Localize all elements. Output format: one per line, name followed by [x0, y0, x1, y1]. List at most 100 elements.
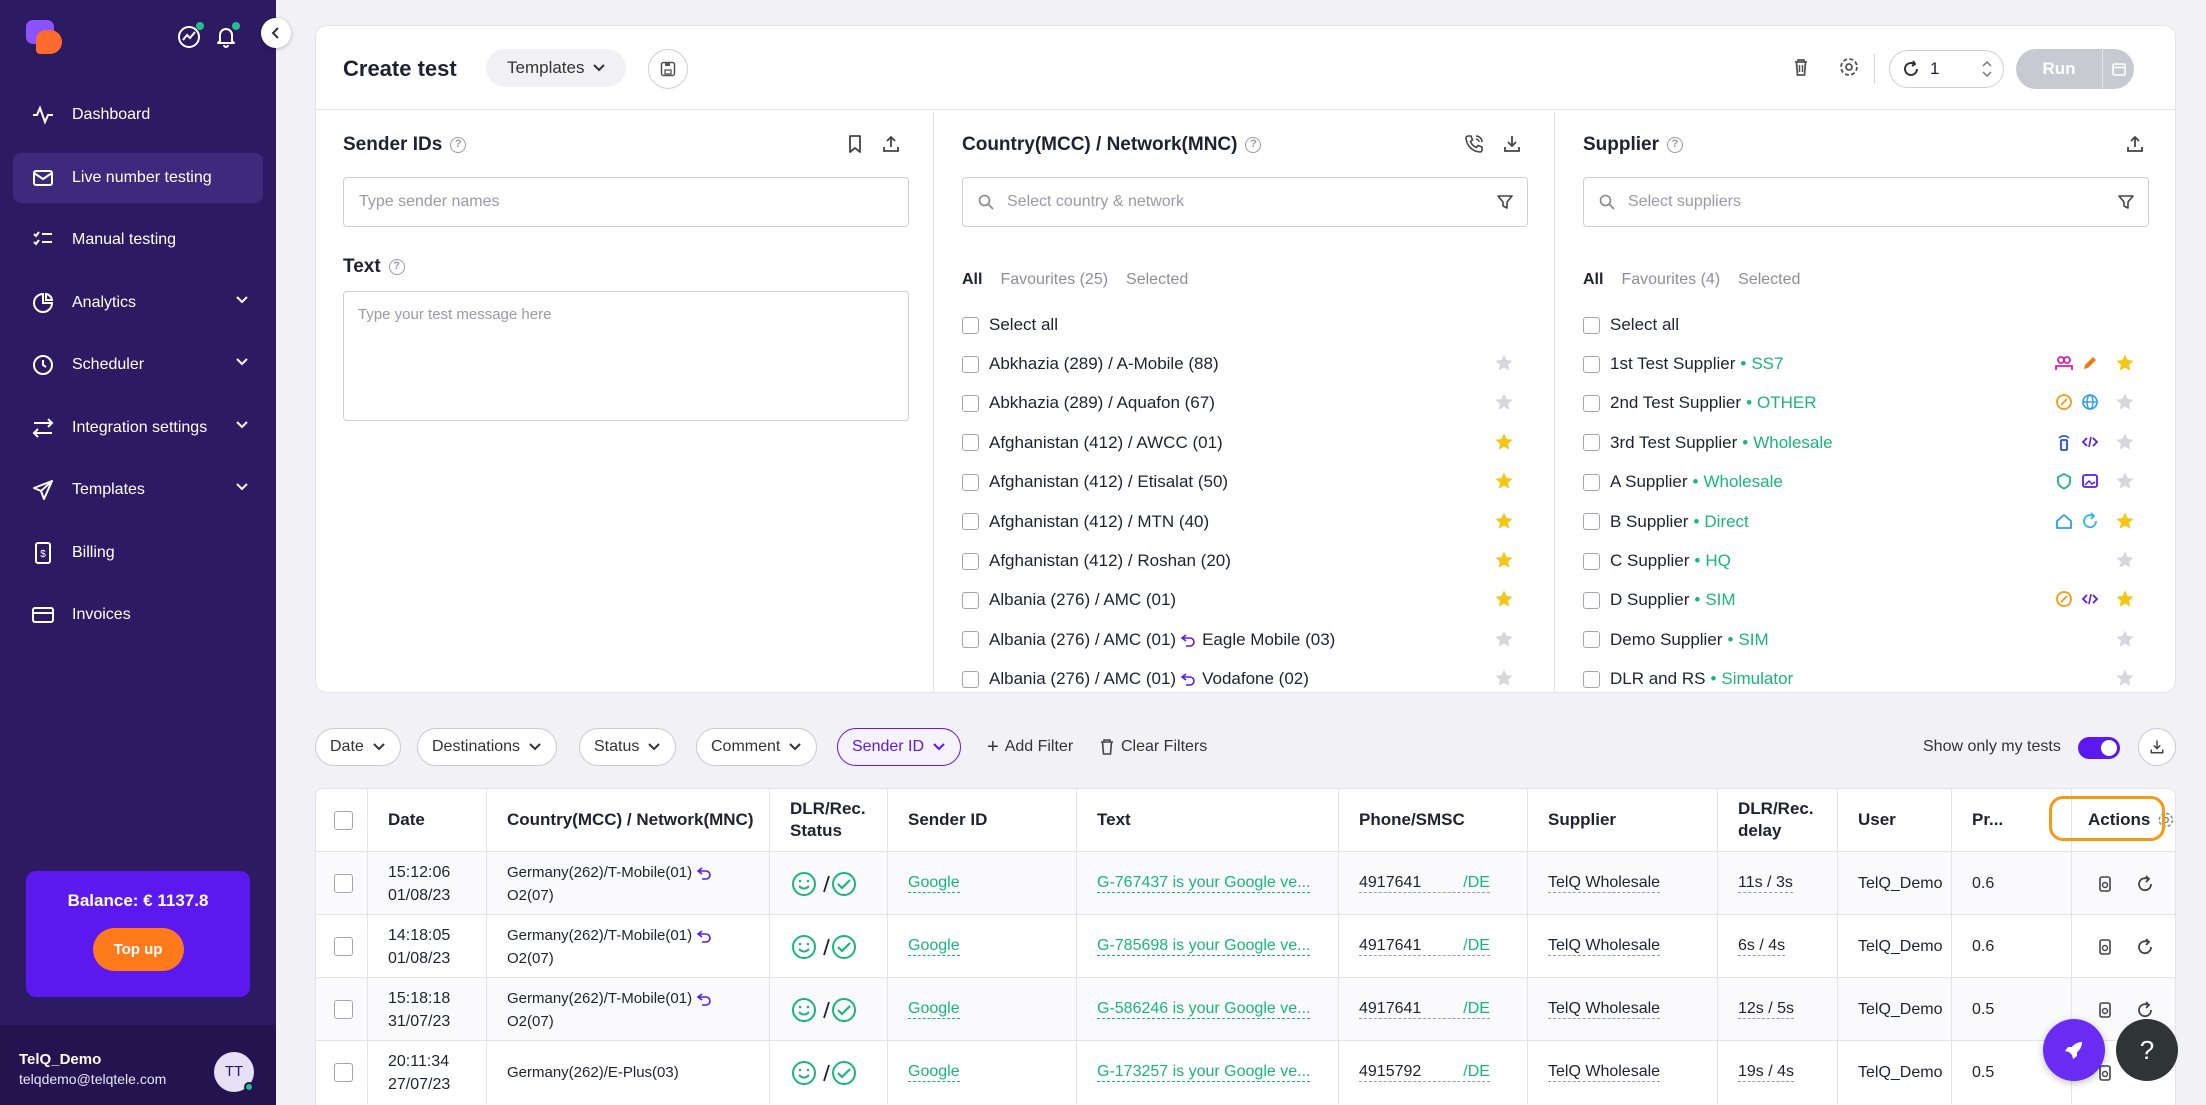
supplier-list-item[interactable]: 1st Test Supplier • SS7 [1583, 350, 2149, 378]
checkbox[interactable] [334, 1000, 353, 1019]
checkbox[interactable] [1583, 591, 1600, 609]
telq-logo[interactable] [26, 20, 64, 54]
column-header-user[interactable]: User [1838, 789, 1952, 851]
collapse-sidebar-button[interactable] [261, 18, 291, 48]
checkbox[interactable] [1583, 670, 1600, 688]
top-up-button[interactable]: Top up [92, 928, 184, 971]
supplier-list-item[interactable]: 3rd Test Supplier • Wholesale [1583, 429, 2149, 457]
filter-chip-sender-id[interactable]: Sender ID [837, 728, 962, 766]
network-list-item[interactable]: Abkhazia (289) / Aquafon (67) [962, 389, 1528, 417]
network-list-item[interactable]: Afghanistan (412) / Roshan (20) [962, 547, 1528, 575]
checkbox[interactable] [1583, 316, 1600, 334]
help-icon[interactable]: ? [450, 137, 467, 153]
table-row[interactable]: 15:18:18 31/07/23 Germany(262)/T-Mobile(01… [316, 977, 2175, 1041]
favourite-star-icon[interactable] [2115, 668, 2135, 688]
sidebar-item-analytics[interactable]: Analytics [13, 278, 263, 328]
row-phone[interactable]: 4917641/DE [1359, 937, 1490, 956]
row-supplier[interactable]: TelQ Wholesale [1548, 874, 1661, 893]
user-box[interactable]: TelQ_Demo telqdemo@telqtele.com TT [0, 1025, 276, 1105]
export-button[interactable] [2138, 728, 2176, 766]
network-list-item[interactable]: Albania (276) / AMC (01) Vodafone (02) [962, 665, 1528, 692]
header-select-all[interactable] [316, 789, 368, 851]
column-header-country-mcc-network-mnc[interactable]: Country(MCC) / Network(MNC) [487, 789, 770, 851]
supplier-list-item[interactable]: 2nd Test Supplier • OTHER [1583, 389, 2149, 417]
help-button[interactable]: ? [2116, 1019, 2178, 1081]
repeat-count-stepper[interactable]: 1 [1889, 50, 2004, 88]
filter-icon[interactable] [2116, 192, 2136, 212]
sidebar-item-billing[interactable]: $ Billing [13, 528, 263, 578]
network-select-all[interactable]: Select all [962, 311, 1528, 339]
help-icon[interactable]: ? [388, 259, 405, 275]
sidebar-item-live-number-testing[interactable]: Live number testing [13, 152, 263, 203]
schedule-run-button[interactable] [2102, 49, 2134, 89]
row-sender-link[interactable]: Google [908, 874, 960, 893]
stepper-arrows-icon[interactable] [1981, 58, 1993, 80]
supplier-list-item[interactable]: C Supplier • HQ [1583, 547, 2149, 575]
table-row[interactable]: 14:18:05 01/08/23 Germany(262)/T-Mobile(01… [316, 914, 2175, 978]
filter-chip-comment[interactable]: Comment [696, 728, 818, 766]
retry-icon[interactable] [2136, 874, 2154, 893]
row-delay[interactable]: 19s / 4s [1738, 1063, 1795, 1082]
checkbox[interactable] [962, 355, 979, 373]
sidebar-item-invoices[interactable]: Invoices [13, 590, 263, 640]
favourite-star-icon[interactable] [2115, 511, 2135, 531]
phone-call-icon[interactable] [1463, 133, 1485, 155]
checkbox[interactable] [334, 1063, 353, 1082]
clear-filters-button[interactable]: Clear Filters [1099, 738, 1207, 756]
column-header-text[interactable]: Text [1077, 789, 1339, 851]
checkbox[interactable] [1583, 394, 1600, 412]
checkbox[interactable] [962, 473, 979, 491]
favourite-star-icon[interactable] [1494, 668, 1514, 688]
supplier-search[interactable]: Select suppliers [1583, 177, 2149, 227]
favourite-star-icon[interactable] [2115, 589, 2135, 609]
row-delay[interactable]: 6s / 4s [1738, 937, 1786, 956]
checkbox[interactable] [962, 394, 979, 412]
retry-icon[interactable] [2136, 1000, 2154, 1019]
checkbox[interactable] [962, 513, 979, 531]
supplier-list-item[interactable]: D Supplier • SIM [1583, 586, 2149, 614]
checkbox[interactable] [962, 552, 979, 570]
row-text-link[interactable]: G-586246 is your Google ve... [1097, 1000, 1311, 1019]
filter-chip-destinations[interactable]: Destinations [417, 728, 558, 766]
sender-names-input[interactable]: Type sender names [343, 177, 909, 227]
checkbox[interactable] [962, 316, 979, 334]
supplier-list-item[interactable]: A Supplier • Wholesale [1583, 468, 2149, 496]
row-delay[interactable]: 12s / 5s [1738, 1000, 1795, 1019]
row-phone[interactable]: 4917641/DE [1359, 874, 1490, 893]
supplier-list-item[interactable]: B Supplier • Direct [1583, 508, 2149, 536]
filter-chip-status[interactable]: Status [579, 728, 677, 766]
supplier-list-item[interactable]: DLR and RS • Simulator [1583, 665, 2149, 692]
message-textarea[interactable]: Type your test message here [343, 291, 909, 421]
checkbox[interactable] [1583, 355, 1600, 373]
show-only-my-tests-toggle[interactable] [2078, 737, 2120, 759]
favourite-star-icon[interactable] [1494, 511, 1514, 531]
checkbox[interactable] [1583, 513, 1600, 531]
supplier-list-item[interactable]: Demo Supplier • SIM [1583, 626, 2149, 654]
checkbox[interactable] [334, 810, 353, 830]
checkbox[interactable] [1583, 473, 1600, 491]
country-network-search[interactable]: Select country & network [962, 177, 1528, 227]
favourite-star-icon[interactable] [1494, 629, 1514, 649]
sidebar-item-scheduler[interactable]: Scheduler [13, 340, 263, 390]
copy-icon[interactable] [2096, 938, 2114, 956]
favourite-star-icon[interactable] [1494, 392, 1514, 412]
checkbox[interactable] [1583, 552, 1600, 570]
bell-icon[interactable] [212, 22, 240, 50]
add-filter-button[interactable]: + Add Filter [987, 737, 1073, 757]
favourite-star-icon[interactable] [2115, 550, 2135, 570]
row-text-link[interactable]: G-173257 is your Google ve... [1097, 1063, 1311, 1082]
column-header-dlr-rec-status[interactable]: DLR/Rec. Status [770, 789, 888, 851]
tab-favourites[interactable]: Favourites (25) [1000, 271, 1108, 289]
sidebar-item-templates[interactable]: Templates [13, 465, 263, 515]
row-phone[interactable]: 4917641/DE [1359, 1000, 1490, 1019]
row-delay[interactable]: 11s / 3s [1738, 874, 1793, 893]
network-list-item[interactable]: Afghanistan (412) / Etisalat (50) [962, 468, 1528, 496]
network-list-item[interactable]: Abkhazia (289) / A-Mobile (88) [962, 350, 1528, 378]
row-supplier[interactable]: TelQ Wholesale [1548, 1063, 1661, 1082]
checkbox[interactable] [962, 670, 979, 688]
sidebar-item-dashboard[interactable]: Dashboard [13, 90, 263, 140]
row-sender-link[interactable]: Google [908, 1000, 960, 1019]
row-text-link[interactable]: G-785698 is your Google ve... [1097, 937, 1311, 956]
favourite-star-icon[interactable] [2115, 392, 2135, 412]
network-list-item[interactable]: Afghanistan (412) / AWCC (01) [962, 429, 1528, 457]
